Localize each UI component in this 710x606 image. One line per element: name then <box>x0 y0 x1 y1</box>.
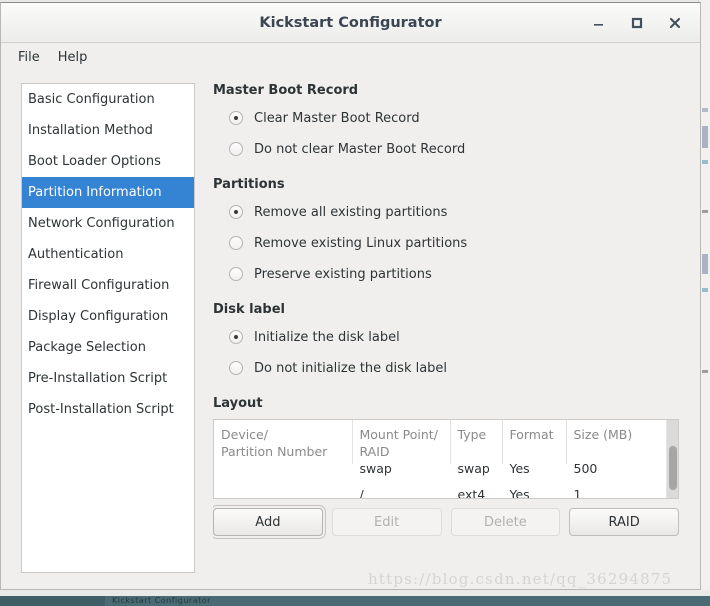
radio-label: Preserve existing partitions <box>254 266 432 282</box>
layout-action-buttons: Add Edit Delete RAID <box>213 508 679 536</box>
radio-label: Do not clear Master Boot Record <box>254 141 466 157</box>
radio-clear-mbr[interactable]: Clear Master Boot Record <box>229 106 690 130</box>
background-fleck <box>702 160 708 164</box>
group-layout: Layout Device/Partition Number Mount Poi… <box>213 396 690 536</box>
partition-information-panel: Master Boot Record Clear Master Boot Rec… <box>213 83 690 589</box>
cell-format: Yes <box>502 481 567 498</box>
background-fleck <box>702 210 708 213</box>
maximize-icon[interactable] <box>620 8 654 38</box>
sidebar-item-installation-method[interactable]: Installation Method <box>22 115 194 146</box>
cell-mount-point: / <box>352 481 451 498</box>
sidebar-item-firewall-configuration[interactable]: Firewall Configuration <box>22 270 194 301</box>
group-partitions: Partitions Remove all existing partition… <box>213 177 690 286</box>
partition-layout-table[interactable]: Device/Partition Number Mount Point/RAID… <box>213 419 679 499</box>
group-title-layout: Layout <box>213 396 263 411</box>
layout-table-body: swap swap Yes 500 / ext4 Yes 1 <box>214 464 668 498</box>
sidebar-nav-list[interactable]: Basic Configuration Installation Method … <box>21 83 195 573</box>
group-master-boot-record: Master Boot Record Clear Master Boot Rec… <box>213 83 690 161</box>
cell-device <box>214 464 353 481</box>
cell-type: swap <box>450 464 503 481</box>
window-controls <box>582 3 692 43</box>
radio-label: Initialize the disk label <box>254 329 400 345</box>
cell-size: 500 <box>566 464 668 481</box>
column-header-mount-line1: Mount Point/ <box>359 427 438 442</box>
radio-remove-all-existing-partitions[interactable]: Remove all existing partitions <box>229 200 690 224</box>
radio-icon[interactable] <box>229 236 243 250</box>
background-fleck <box>702 370 708 373</box>
background-fleck <box>702 254 708 274</box>
close-icon[interactable] <box>658 8 692 38</box>
edit-button[interactable]: Edit <box>331 508 442 536</box>
sidebar-item-display-configuration[interactable]: Display Configuration <box>22 301 194 332</box>
group-title-master-boot-record: Master Boot Record <box>213 83 359 98</box>
column-header-device[interactable]: Device/Partition Number <box>214 420 353 467</box>
radio-label: Remove existing Linux partitions <box>254 235 468 251</box>
radio-icon[interactable] <box>229 142 243 156</box>
group-title-disk-label: Disk label <box>213 302 285 317</box>
menu-item-file[interactable]: File <box>9 47 49 68</box>
table-header-row: Device/Partition Number Mount Point/RAID… <box>214 420 668 467</box>
layout-table-header: Device/Partition Number Mount Point/RAID… <box>214 420 668 467</box>
taskbar-accent <box>0 596 105 606</box>
column-header-device-line1: Device/ <box>221 427 268 442</box>
sidebar-item-basic-configuration[interactable]: Basic Configuration <box>22 84 194 115</box>
background-fleck <box>702 288 708 292</box>
column-header-type[interactable]: Type <box>450 420 503 467</box>
background-fleck <box>702 108 708 112</box>
background-fleck <box>702 126 708 148</box>
titlebar: Kickstart Configurator <box>1 3 700 43</box>
layout-table-rows-viewport: swap swap Yes 500 / ext4 Yes 1 <box>214 464 668 498</box>
column-header-device-line2: Partition Number <box>221 444 328 459</box>
radio-icon[interactable] <box>229 205 243 219</box>
sidebar-item-package-selection[interactable]: Package Selection <box>22 332 194 363</box>
radio-label: Clear Master Boot Record <box>254 110 420 126</box>
cell-size: 1 <box>566 481 668 498</box>
application-window: Kickstart Configurator File Help Basic C… <box>0 2 701 590</box>
minimize-icon[interactable] <box>582 8 616 38</box>
cell-mount-point: swap <box>352 464 451 481</box>
sidebar-item-network-configuration[interactable]: Network Configuration <box>22 208 194 239</box>
table-vertical-scrollbar[interactable] <box>666 420 678 498</box>
cell-format: Yes <box>502 464 567 481</box>
menubar: File Help <box>1 43 700 71</box>
radio-label: Do not initialize the disk label <box>254 360 448 376</box>
sidebar-item-pre-installation-script[interactable]: Pre-Installation Script <box>22 363 194 394</box>
taskbar[interactable]: Kickstart Configurator <box>0 596 710 606</box>
raid-button[interactable]: RAID <box>569 508 679 536</box>
sidebar-item-partition-information[interactable]: Partition Information <box>22 177 194 208</box>
radio-do-not-clear-mbr[interactable]: Do not clear Master Boot Record <box>229 137 690 161</box>
radio-label: Remove all existing partitions <box>254 204 448 220</box>
menu-item-help[interactable]: Help <box>49 47 97 68</box>
radio-remove-existing-linux-partitions[interactable]: Remove existing Linux partitions <box>229 231 690 255</box>
sidebar-item-authentication[interactable]: Authentication <box>22 239 194 270</box>
table-scrollbar-thumb[interactable] <box>669 446 677 490</box>
radio-do-not-initialize-the-disk-label[interactable]: Do not initialize the disk label <box>229 356 690 380</box>
add-button[interactable]: Add <box>213 508 323 536</box>
table-row[interactable]: / ext4 Yes 1 <box>214 481 668 498</box>
sidebar-item-boot-loader-options[interactable]: Boot Loader Options <box>22 146 194 177</box>
radio-icon[interactable] <box>229 111 243 125</box>
desktop: Kickstart Configurator File Help Basic C… <box>0 0 710 606</box>
column-header-size[interactable]: Size (MB) <box>566 420 668 467</box>
radio-initialize-the-disk-label[interactable]: Initialize the disk label <box>229 325 690 349</box>
window-body: Basic Configuration Installation Method … <box>1 71 700 589</box>
taskbar-window-label[interactable]: Kickstart Configurator <box>112 596 211 606</box>
cell-type: ext4 <box>450 481 503 498</box>
group-disk-label: Disk label Initialize the disk label Do … <box>213 302 690 380</box>
delete-button[interactable]: Delete <box>450 508 561 536</box>
radio-icon[interactable] <box>229 330 243 344</box>
column-header-format[interactable]: Format <box>502 420 567 467</box>
table-row[interactable]: swap swap Yes 500 <box>214 464 668 481</box>
group-title-partitions: Partitions <box>213 177 285 192</box>
column-header-mount-point[interactable]: Mount Point/RAID <box>352 420 451 467</box>
sidebar-item-post-installation-script[interactable]: Post-Installation Script <box>22 394 194 425</box>
radio-icon[interactable] <box>229 267 243 281</box>
cell-device <box>214 481 353 498</box>
radio-icon[interactable] <box>229 361 243 375</box>
column-header-mount-line2: RAID <box>359 444 390 459</box>
radio-preserve-existing-partitions[interactable]: Preserve existing partitions <box>229 262 690 286</box>
